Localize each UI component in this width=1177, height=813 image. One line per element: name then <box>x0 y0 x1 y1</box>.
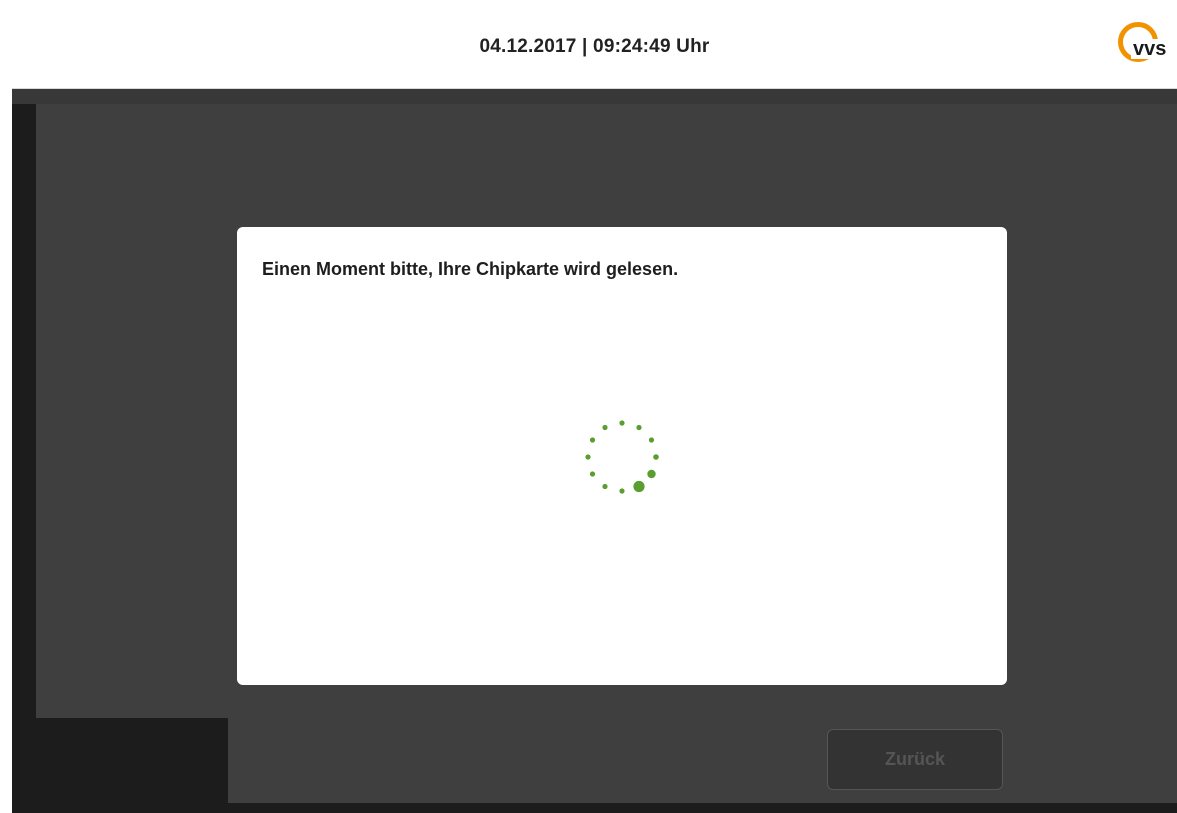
spinner-dot <box>633 480 645 493</box>
vvs-logo: vvs <box>1118 22 1177 72</box>
spinner-dot <box>589 437 596 443</box>
spinner-dot <box>647 469 656 479</box>
header-divider-strip <box>12 89 1177 104</box>
spinner-dot <box>636 424 642 431</box>
spinner-dot <box>585 454 591 460</box>
loading-spinner-icon <box>585 420 659 494</box>
kiosk-screen: 04.12.2017 | 09:24:49 Uhr vvs Einen Mome… <box>12 6 1177 813</box>
spinner-dot <box>602 424 608 431</box>
spinner-dot <box>619 488 625 494</box>
back-button[interactable]: Zurück <box>827 729 1003 790</box>
dialog-message: Einen Moment bitte, Ihre Chipkarte wird … <box>262 259 679 279</box>
logo-text: vvs <box>1131 38 1169 60</box>
spinner-dot <box>648 437 655 443</box>
header-datetime: 04.12.2017 | 09:24:49 Uhr <box>479 36 710 57</box>
spinner-dot <box>619 420 625 426</box>
footer-bar <box>228 718 1177 803</box>
spinner-dot <box>653 454 659 460</box>
spinner-dot <box>589 471 596 477</box>
header-bar: 04.12.2017 | 09:24:49 Uhr vvs <box>12 6 1177 89</box>
card-reading-dialog: Einen Moment bitte, Ihre Chipkarte wird … <box>237 227 1007 685</box>
spinner-dot <box>602 483 608 490</box>
